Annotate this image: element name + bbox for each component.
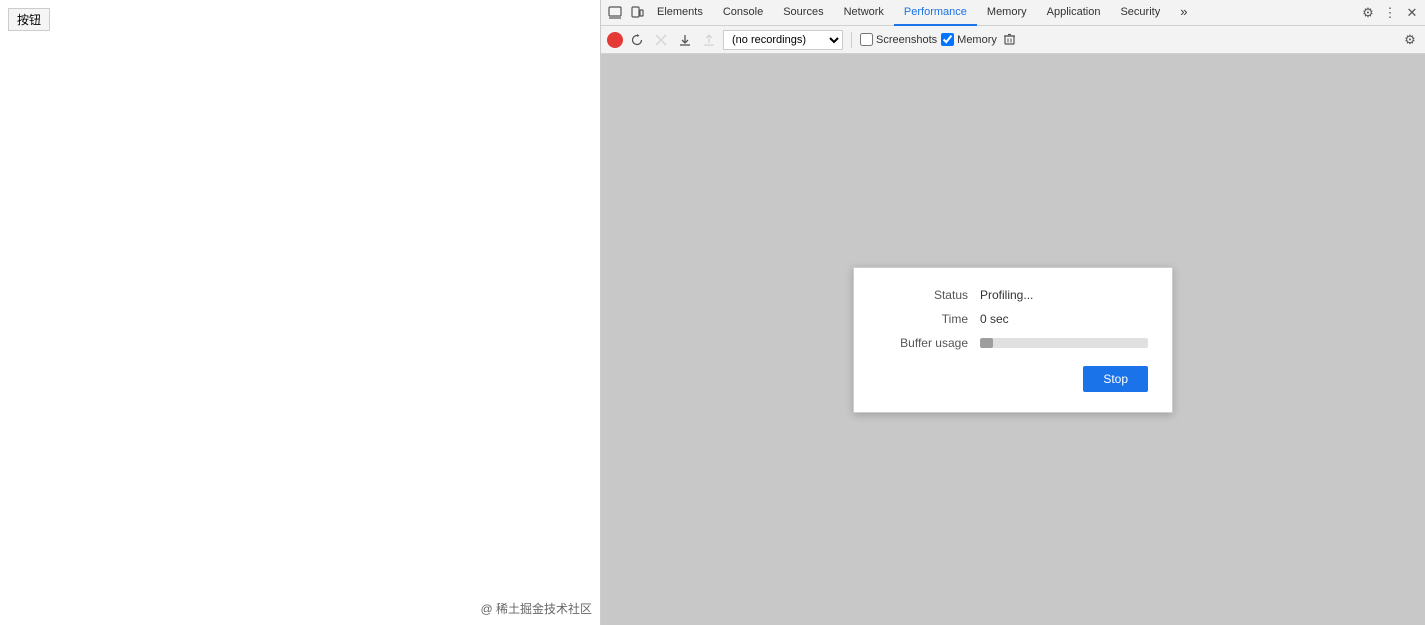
tab-sources[interactable]: Sources [773,0,833,26]
buffer-row: Buffer usage [878,336,1148,350]
performance-main: Status Profiling... Time 0 sec Buffer us… [601,54,1425,625]
devtools-panel-icons [605,3,647,23]
reload-record-button[interactable] [627,30,647,50]
tab-more[interactable]: » [1170,0,1197,26]
memory-checkbox[interactable] [941,33,954,46]
delete-recordings-button[interactable] [1001,31,1019,49]
status-row: Status Profiling... [878,288,1148,302]
clear-recording-button[interactable] [651,30,671,50]
screenshots-checkbox-label[interactable]: Screenshots [860,33,937,46]
tab-network[interactable]: Network [834,0,894,26]
status-value: Profiling... [980,288,1033,302]
devtools-tabs: Elements Console Sources Network Perform… [647,0,1359,26]
tab-application[interactable]: Application [1037,0,1111,26]
recordings-select[interactable]: (no recordings) [723,30,843,50]
inspect-icon[interactable] [605,3,625,23]
tab-security[interactable]: Security [1110,0,1170,26]
time-label: Time [878,312,968,326]
close-devtools-icon[interactable]: ✕ [1403,4,1421,22]
time-value: 0 sec [980,312,1009,326]
time-row: Time 0 sec [878,312,1148,326]
toolbar-separator-1 [851,32,852,48]
watermark: @ 稀土掘金技术社区 [480,600,592,617]
status-label: Status [878,288,968,302]
import-button[interactable] [675,30,695,50]
devtools-tabbar: Elements Console Sources Network Perform… [601,0,1425,26]
tab-elements[interactable]: Elements [647,0,713,26]
screenshots-checkbox[interactable] [860,33,873,46]
buffer-bar-fill [980,338,993,348]
page-button[interactable]: 按钮 [8,8,50,31]
tab-console[interactable]: Console [713,0,773,26]
profiling-dialog: Status Profiling... Time 0 sec Buffer us… [853,267,1173,413]
memory-checkbox-label[interactable]: Memory [941,33,997,46]
dialog-footer: Stop [878,366,1148,392]
export-button[interactable] [699,30,719,50]
stop-button[interactable]: Stop [1083,366,1148,392]
buffer-bar [980,338,1148,348]
more-options-icon[interactable]: ⋮ [1381,4,1399,22]
browser-page: 按钮 @ 稀土掘金技术社区 [0,0,600,625]
settings-gear-icon[interactable]: ⚙ [1359,4,1377,22]
devtools-topbar-actions: ⚙ ⋮ ✕ [1359,4,1421,22]
record-button[interactable] [607,32,623,48]
devtools-panel: Elements Console Sources Network Perform… [600,0,1425,625]
toolbar-settings-icon[interactable]: ⚙ [1401,31,1419,49]
tab-memory[interactable]: Memory [977,0,1037,26]
device-icon[interactable] [627,3,647,23]
buffer-label: Buffer usage [878,336,968,350]
tab-performance[interactable]: Performance [894,0,977,26]
performance-toolbar: (no recordings) Screenshots Memory [601,26,1425,54]
